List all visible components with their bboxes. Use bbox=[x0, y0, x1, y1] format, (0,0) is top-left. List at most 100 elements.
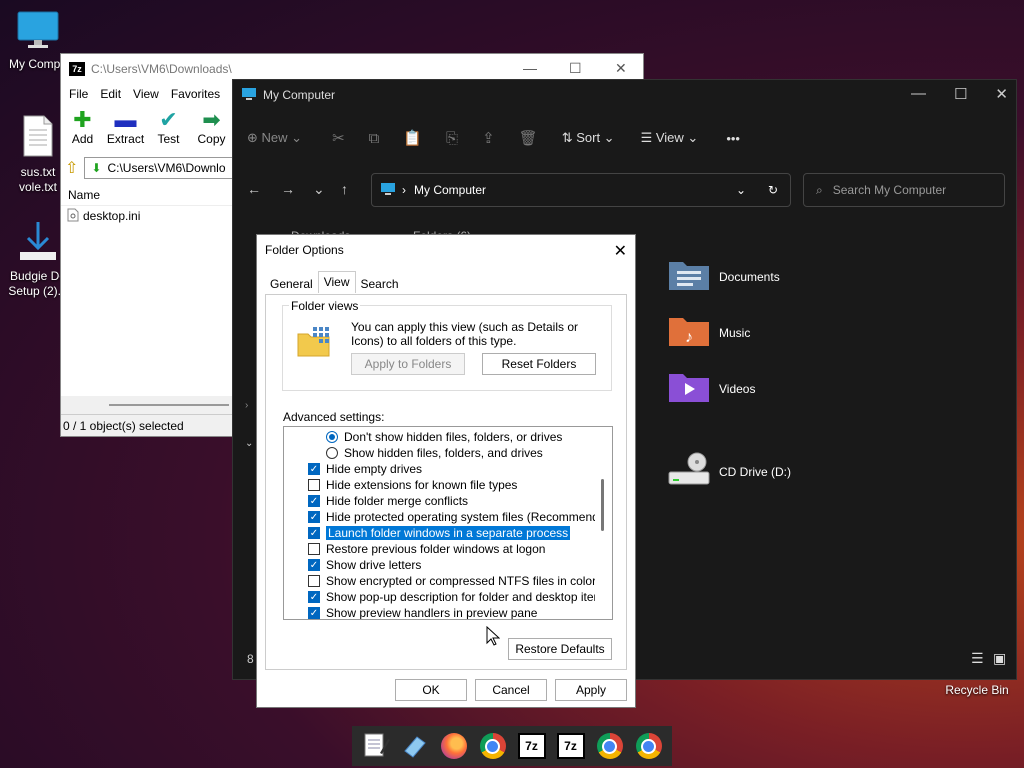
more-options-button[interactable]: ••• bbox=[726, 131, 740, 146]
desktop-icon-label: Recycle Bin bbox=[945, 683, 1009, 697]
taskbar-chrome-1[interactable] bbox=[477, 730, 509, 762]
menu-view[interactable]: View bbox=[127, 87, 165, 101]
copy-button[interactable]: ➡ Copy bbox=[190, 107, 233, 146]
extract-label: Extract bbox=[106, 132, 145, 146]
reset-folders-button[interactable]: Reset Folders bbox=[482, 353, 596, 375]
menu-favorites[interactable]: Favorites bbox=[165, 87, 226, 101]
option-hide-empty-drives[interactable]: ✓ Hide empty drives bbox=[308, 461, 422, 477]
library-music[interactable]: ♪ Music bbox=[667, 314, 750, 351]
ok-button[interactable]: OK bbox=[395, 679, 467, 701]
option-hide-merge-conflicts[interactable]: ✓ Hide folder merge conflicts bbox=[308, 493, 468, 509]
library-videos[interactable]: Videos bbox=[667, 370, 755, 407]
checkbox[interactable]: ✓ bbox=[308, 607, 320, 619]
checkbox[interactable] bbox=[308, 543, 320, 555]
rename-icon[interactable]: ⎘ bbox=[446, 130, 458, 147]
vertical-scrollbar[interactable] bbox=[595, 427, 612, 619]
explorer-address-bar[interactable]: › My Computer ⌄ ↻ bbox=[371, 173, 791, 207]
menu-edit[interactable]: Edit bbox=[94, 87, 127, 101]
file-row[interactable]: desktop.ini bbox=[67, 206, 140, 226]
taskbar-notepad[interactable] bbox=[360, 730, 392, 762]
option-restore-previous-windows[interactable]: Restore previous folder windows at logon bbox=[308, 541, 545, 557]
extract-button[interactable]: ▬ Extract bbox=[104, 107, 147, 146]
checkbox[interactable] bbox=[308, 575, 320, 587]
monitor-icon bbox=[2, 10, 74, 54]
videos-folder-icon bbox=[667, 370, 711, 407]
tiles-view-icon[interactable]: ▣ bbox=[993, 650, 1006, 667]
option-launch-separate-process[interactable]: ✓ Launch folder windows in a separate pr… bbox=[308, 525, 571, 541]
cd-drive-icon bbox=[667, 452, 711, 491]
close-icon[interactable]: ✕ bbox=[615, 60, 627, 77]
maximize-icon[interactable]: ☐ bbox=[569, 60, 582, 77]
minimize-icon[interactable]: — bbox=[911, 85, 926, 103]
share-icon[interactable]: ⇪ bbox=[482, 129, 495, 147]
close-icon[interactable]: ✕ bbox=[995, 85, 1008, 103]
explorer-search-box[interactable]: ⌕ Search My Computer bbox=[803, 173, 1005, 207]
chevron-down-icon[interactable]: ⌄ bbox=[313, 181, 325, 198]
sort-button[interactable]: ⇅ Sort ⌄ bbox=[562, 130, 615, 146]
checkbox[interactable] bbox=[308, 479, 320, 491]
view-button[interactable]: ☰ View ⌄ bbox=[641, 130, 699, 146]
documents-folder-icon bbox=[667, 258, 711, 295]
paste-icon[interactable]: 📋 bbox=[403, 129, 422, 147]
plus-icon: ✚ bbox=[73, 107, 92, 132]
taskbar-chrome-3[interactable] bbox=[633, 730, 665, 762]
advanced-settings-list[interactable]: Don't show hidden files, folders, or dri… bbox=[283, 426, 613, 620]
library-documents[interactable]: Documents bbox=[667, 258, 780, 295]
taskbar-7zip-1[interactable]: 7z bbox=[516, 730, 548, 762]
option-dont-show-hidden[interactable]: Don't show hidden files, folders, or dri… bbox=[326, 429, 562, 445]
chevron-right-icon[interactable]: › bbox=[245, 400, 248, 411]
option-show-preview-handlers[interactable]: ✓ Show preview handlers in preview pane bbox=[308, 605, 537, 619]
taskbar-firefox[interactable] bbox=[438, 730, 470, 762]
drive-cd[interactable]: CD Drive (D:) bbox=[667, 452, 791, 491]
add-button[interactable]: ✚ Add bbox=[61, 107, 104, 146]
delete-icon[interactable]: 🗑 bbox=[519, 129, 538, 147]
taskbar-chrome-2[interactable] bbox=[594, 730, 626, 762]
up-arrow-icon[interactable]: ↑ bbox=[341, 181, 348, 197]
tab-general[interactable]: General bbox=[265, 273, 318, 293]
radio-button[interactable] bbox=[326, 447, 338, 459]
checkbox[interactable]: ✓ bbox=[308, 559, 320, 571]
forward-arrow-icon[interactable]: → bbox=[281, 181, 295, 197]
dialog-tabs: General View Search bbox=[265, 271, 404, 295]
option-hide-protected-files[interactable]: ✓ Hide protected operating system files … bbox=[308, 509, 612, 525]
maximize-icon[interactable]: ☐ bbox=[954, 85, 967, 103]
close-icon[interactable]: ✕ bbox=[614, 241, 627, 261]
checkbox[interactable]: ✓ bbox=[308, 591, 320, 603]
refresh-icon[interactable]: ↻ bbox=[768, 183, 778, 197]
checkbox[interactable]: ✓ bbox=[308, 527, 320, 539]
menu-file[interactable]: File bbox=[63, 87, 94, 101]
option-hide-extensions[interactable]: Hide extensions for known file types bbox=[308, 477, 517, 493]
apply-to-folders-button[interactable]: Apply to Folders bbox=[351, 353, 465, 375]
option-show-hidden[interactable]: Show hidden files, folders, and drives bbox=[326, 445, 543, 461]
back-arrow-icon[interactable]: ← bbox=[247, 181, 261, 197]
tab-view[interactable]: View bbox=[317, 271, 356, 293]
checkbox[interactable]: ✓ bbox=[308, 463, 320, 475]
radio-button[interactable] bbox=[326, 431, 338, 443]
copy-icon[interactable]: ⧉ bbox=[369, 130, 380, 147]
cut-icon[interactable]: ✂ bbox=[332, 129, 345, 147]
folder-up-icon[interactable]: ⇧ bbox=[65, 158, 78, 178]
library-label: Documents bbox=[719, 269, 780, 284]
advanced-settings-label: Advanced settings: bbox=[283, 410, 385, 424]
dialog-titlebar[interactable]: Folder Options bbox=[257, 235, 635, 265]
option-show-encrypted-color[interactable]: Show encrypted or compressed NTFS files … bbox=[308, 573, 596, 589]
chevron-down-icon[interactable]: ⌄ bbox=[245, 438, 253, 449]
taskbar-7zip-2[interactable]: 7z bbox=[555, 730, 587, 762]
option-show-drive-letters[interactable]: ✓ Show drive letters bbox=[308, 557, 421, 573]
restore-defaults-button[interactable]: Restore Defaults bbox=[508, 638, 612, 660]
checkbox[interactable]: ✓ bbox=[308, 511, 320, 523]
chevron-down-icon[interactable]: ⌄ bbox=[736, 183, 746, 197]
apply-button[interactable]: Apply bbox=[555, 679, 627, 701]
new-button[interactable]: ⊕ New ⌄ bbox=[247, 130, 302, 146]
cancel-button[interactable]: Cancel bbox=[475, 679, 547, 701]
checkbox[interactable]: ✓ bbox=[308, 495, 320, 507]
taskbar: 7z 7z bbox=[352, 726, 672, 766]
test-button[interactable]: ✔ Test bbox=[147, 107, 190, 146]
scrollbar-thumb[interactable] bbox=[601, 479, 604, 531]
option-show-popup-description[interactable]: ✓ Show pop-up description for folder and… bbox=[308, 589, 610, 605]
minimize-icon[interactable]: — bbox=[523, 60, 537, 76]
taskbar-eraser[interactable] bbox=[399, 730, 431, 762]
details-view-icon[interactable]: ☰ bbox=[971, 650, 984, 667]
tab-search[interactable]: Search bbox=[356, 273, 404, 293]
explorer-titlebar[interactable]: My Computer bbox=[233, 80, 1016, 110]
